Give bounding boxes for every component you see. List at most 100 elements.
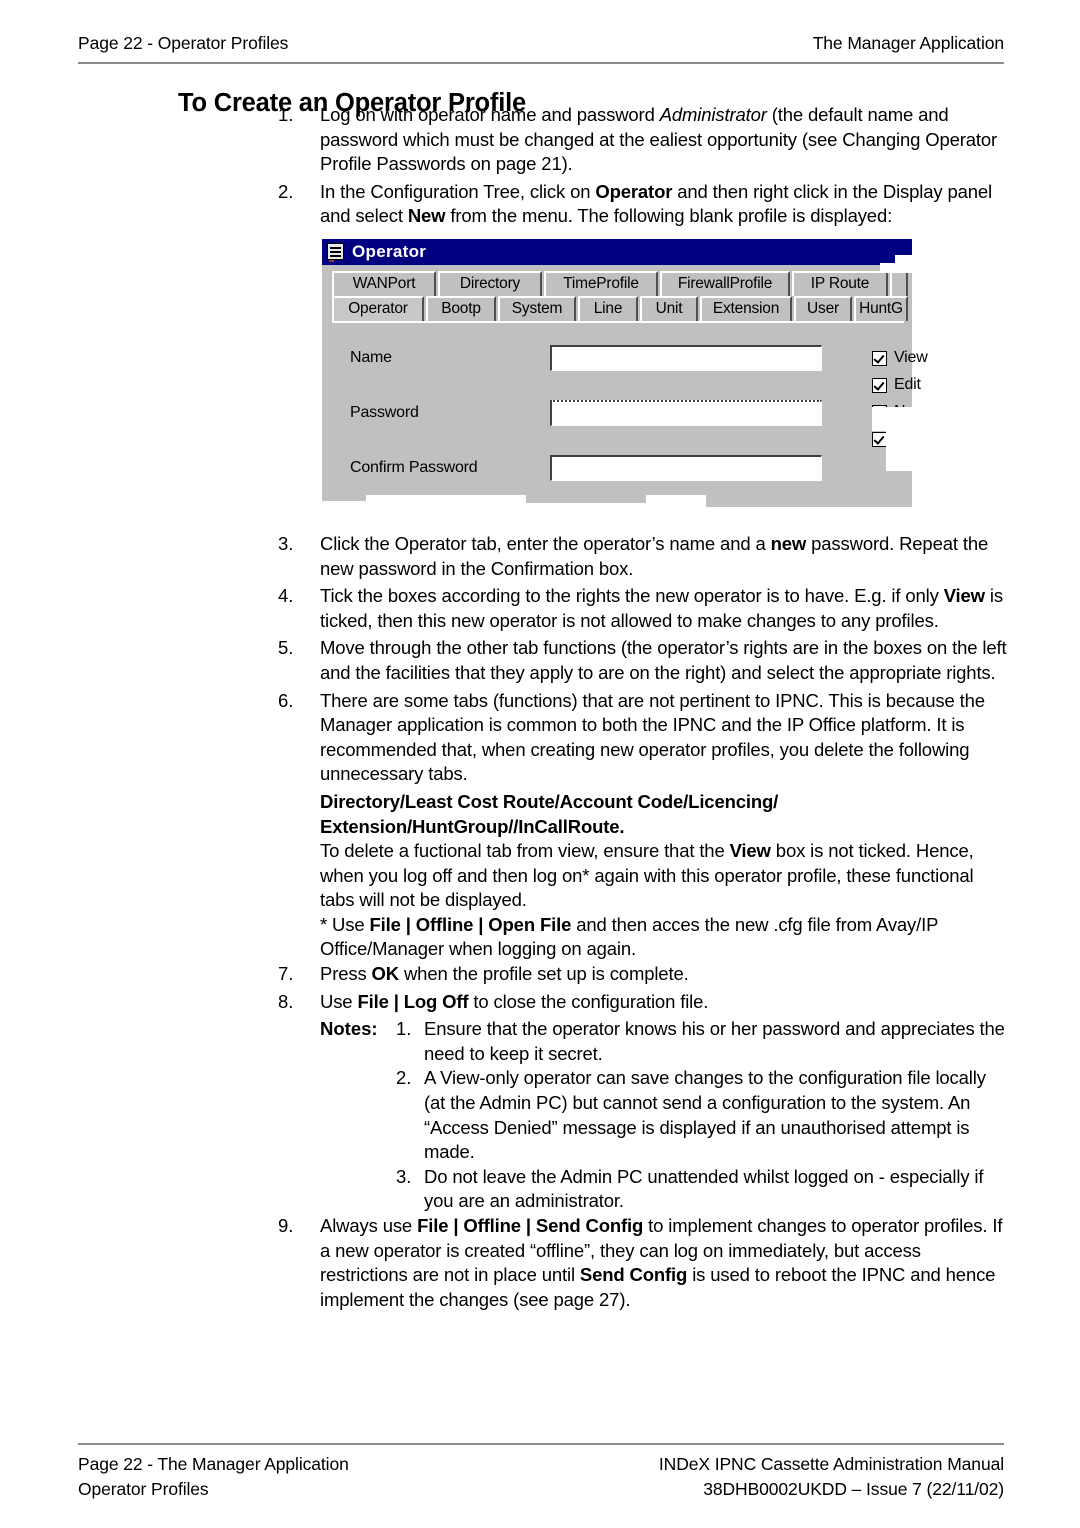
- view-label: View: [894, 349, 928, 367]
- notes-label: Notes:: [320, 1018, 378, 1040]
- step-7-bold-ok: OK: [371, 963, 400, 985]
- step-4-bold-view: View: [943, 585, 985, 607]
- field-row-name: Name: [350, 344, 894, 371]
- step-2-bold-new: New: [407, 205, 446, 227]
- tab-line[interactable]: Line: [578, 295, 638, 321]
- step-9: 9. Always use File | Offline | Send Conf…: [278, 1214, 1008, 1312]
- tab-directory[interactable]: Directory: [438, 270, 542, 296]
- tab-row-upper-overflow[interactable]: [890, 270, 908, 296]
- note-3-text: Do not leave the Admin PC unattended whi…: [424, 1165, 984, 1212]
- step-2-bold-operator: Operator: [595, 180, 673, 202]
- name-input[interactable]: [550, 344, 822, 371]
- step-5-number: 5.: [278, 637, 294, 659]
- step-9-text: Always use File | Offline | Send Config …: [320, 1214, 1008, 1312]
- step-2-part-c: from the menu. The following blank profi…: [445, 205, 893, 227]
- footer-line-1: Page 22 - The Manager Application INDeX …: [78, 1452, 1004, 1477]
- step-7-number: 7.: [278, 963, 294, 985]
- step-6-bold-file-offline-open: File | Offline | Open File: [369, 913, 572, 935]
- note-1-text: Ensure that the operator knows his or he…: [424, 1018, 1005, 1064]
- operator-tab-panel: Name Password Confirm Password View Edit…: [332, 320, 939, 517]
- operator-dialog: Operator WANPort Directory TimeProfile F…: [320, 236, 939, 517]
- tab-extension[interactable]: Extension: [700, 295, 792, 321]
- step-5-text: Move through the other tab functions (th…: [320, 637, 1007, 683]
- note-2-text: A View-only operator can save changes to…: [424, 1067, 986, 1163]
- step-7: 7. Press OK when the profile set up is c…: [278, 962, 1008, 987]
- tab-row-lower: Operator Bootp System Line Unit Extensio…: [322, 295, 912, 321]
- step-4-text: Tick the boxes according to the rights t…: [320, 584, 1008, 633]
- delete-checkbox[interactable]: [872, 431, 887, 447]
- view-checkbox[interactable]: [872, 350, 887, 366]
- right-delete[interactable]: Delete: [872, 426, 1002, 453]
- tab-timeprofile[interactable]: TimeProfile: [544, 270, 658, 296]
- step-3-part-a: Click the Operator tab, enter the operat…: [320, 532, 771, 554]
- step-3-bold-new: new: [770, 532, 807, 554]
- step-3-text: Click the Operator tab, enter the operat…: [320, 532, 1008, 581]
- header-right-text: The Manager Application: [812, 33, 1004, 53]
- tab-system[interactable]: System: [498, 295, 576, 321]
- step-6-bold-view: View: [729, 840, 771, 862]
- header-left-text: Page 22 - Operator Profiles: [78, 33, 289, 53]
- notes-block: Notes: 1. Ensure that the operator knows…: [320, 1017, 1008, 1214]
- step-2-text: In the Configuration Tree, click on Oper…: [320, 180, 1008, 229]
- tab-huntgroup[interactable]: HuntG: [854, 295, 908, 321]
- step-9-number: 9.: [278, 1215, 294, 1236]
- new-checkbox[interactable]: [872, 404, 887, 420]
- new-label: New: [894, 403, 926, 421]
- note-2: 2. A View-only operator can save changes…: [396, 1066, 1008, 1164]
- step-7-text: Press OK when the profile set up is comp…: [320, 962, 1008, 987]
- tab-user[interactable]: User: [794, 295, 852, 321]
- step-6-note-part-a: To delete a fuctional tab from view, ens…: [320, 840, 730, 862]
- edit-checkbox[interactable]: [872, 377, 887, 393]
- tab-iproute[interactable]: IP Route: [792, 270, 888, 296]
- step-1-number: 1.: [278, 104, 294, 125]
- step-6-tab-list: Directory/Least Cost Route/Account Code/…: [320, 790, 779, 837]
- step-8-number: 8.: [278, 990, 294, 1012]
- password-input[interactable]: [550, 399, 822, 426]
- procedure-body: 1. Log on with operator name and passwor…: [278, 103, 1008, 1315]
- notes-list: 1. Ensure that the operator knows his or…: [396, 1017, 1008, 1214]
- right-view[interactable]: View: [872, 345, 1002, 372]
- step-9-bold-send-config-path: File | Offline | Send Config: [417, 1215, 644, 1236]
- password-label: Password: [350, 403, 419, 421]
- step-8-text: Use File | Log Off to close the configur…: [320, 990, 1008, 1015]
- tab-wanport[interactable]: WANPort: [332, 270, 436, 296]
- tab-bootp[interactable]: Bootp: [426, 295, 496, 321]
- step-8: 8. Use File | Log Off to close the confi…: [278, 990, 1008, 1015]
- step-6-text: There are some tabs (functions) that are…: [320, 689, 985, 785]
- window-system-menu-icon[interactable]: [327, 243, 344, 263]
- right-edit[interactable]: Edit: [872, 372, 1002, 399]
- tab-operator[interactable]: Operator: [332, 295, 424, 321]
- note-3-number: 3.: [396, 1165, 412, 1187]
- step-4-number: 4.: [278, 585, 294, 607]
- footer-line-2: Operator Profiles 38DHB0002UKDD – Issue …: [78, 1477, 1004, 1502]
- step-7-part-a: Press: [320, 963, 372, 985]
- footer-right-line-1: INDeX IPNC Cassette Administration Manua…: [658, 1454, 1004, 1474]
- step-7-part-b: when the profile set up is complete.: [398, 963, 689, 985]
- note-2-number: 2.: [396, 1067, 412, 1089]
- tab-row-upper: WANPort Directory TimeProfile FirewallPr…: [322, 270, 912, 296]
- step-1-part-a: Log on with operator name and password: [320, 104, 660, 125]
- tab-firewallprofile[interactable]: FirewallProfile: [660, 270, 790, 296]
- confirm-password-input[interactable]: [550, 454, 822, 481]
- note-1-number: 1.: [396, 1018, 412, 1040]
- step-4-part-a: Tick the boxes according to the rights t…: [320, 585, 944, 607]
- document-page: Page 22 - Operator Profiles The Manager …: [0, 0, 1080, 1528]
- rights-checkbox-group: View Edit New Delete: [872, 345, 1002, 453]
- footer-divider: [78, 1443, 1004, 1445]
- tab-unit[interactable]: Unit: [640, 295, 698, 321]
- step-6-note-view: To delete a fuctional tab from view, ens…: [320, 839, 1008, 913]
- running-header: Page 22 - Operator Profiles The Manager …: [78, 33, 1004, 54]
- field-row-confirm-password: Confirm Password: [350, 454, 894, 481]
- step-1-text: Log on with operator name and password A…: [320, 103, 1008, 177]
- step-8-part-a: Use: [320, 990, 358, 1012]
- note-1: 1. Ensure that the operator knows his or…: [396, 1017, 1008, 1066]
- operator-dialog-screenshot: Operator WANPort Directory TimeProfile F…: [320, 236, 946, 527]
- footer-left-line-2: Operator Profiles: [78, 1479, 209, 1499]
- step-6-footnote: * Use File | Offline | Open File and the…: [320, 913, 1008, 962]
- footer-left-line-1: Page 22 - The Manager Application: [78, 1454, 349, 1474]
- header-divider: [78, 62, 1004, 64]
- right-new[interactable]: New: [872, 399, 1002, 426]
- dialog-titlebar: Operator: [322, 238, 912, 265]
- dialog-client-area: WANPort Directory TimeProfile FirewallPr…: [322, 265, 939, 517]
- step-3-number: 3.: [278, 532, 294, 554]
